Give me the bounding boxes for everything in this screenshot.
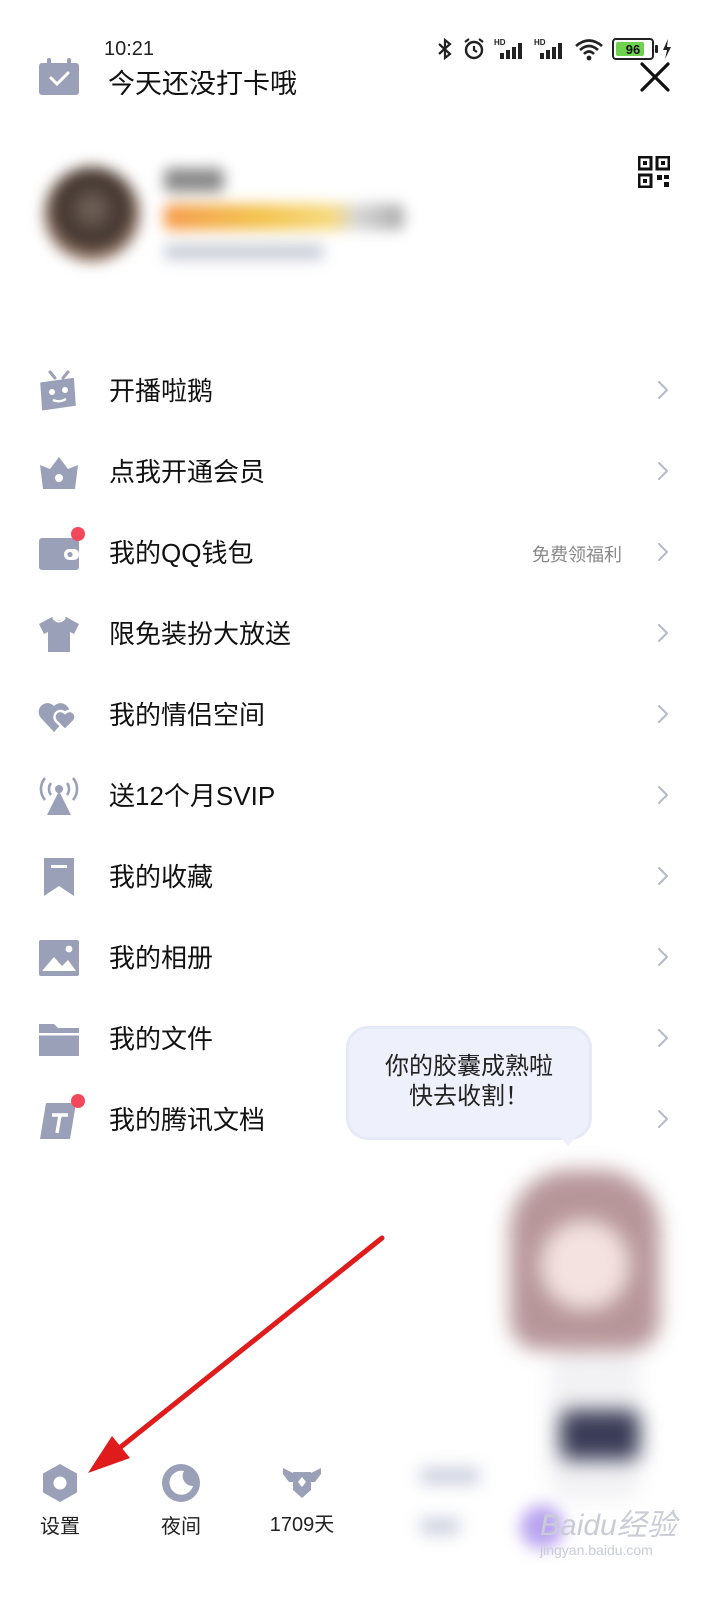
bookmark-icon (38, 856, 80, 898)
baidu-watermark-url: jingyan.baidu.com (540, 1542, 653, 1558)
speech-bubble-tail (556, 1132, 580, 1146)
menu-item-label: 点我开通会员 (109, 457, 266, 487)
menu-item[interactable]: 我的情侣空间 (0, 675, 720, 755)
speech-bubble-text[interactable]: 你的胶囊成熟啦 快去收割！ (346, 1052, 592, 1112)
menu-item-label: 我的收藏 (109, 862, 214, 892)
bubble-line-2: 快去收割！ (409, 1083, 529, 1110)
alarm-icon (464, 38, 484, 60)
notification-dot (71, 1094, 85, 1108)
menu-item-label: 我的相册 (109, 943, 214, 973)
night-mode-label: 夜间 (161, 1516, 201, 1538)
chevron-right-icon (656, 865, 670, 887)
chevron-right-icon (656, 379, 670, 401)
settings-label: 设置 (40, 1516, 80, 1538)
profile-card[interactable] (36, 160, 556, 270)
menu-item[interactable]: 我的收藏 (0, 837, 720, 917)
profile-nickname-blurred (164, 168, 224, 192)
qr-code-icon[interactable] (638, 156, 670, 188)
night-mode-button[interactable]: 夜间 (141, 1462, 221, 1539)
moon-icon (162, 1464, 200, 1502)
menu-item[interactable]: 我的QQ钱包 免费领福利 (0, 513, 720, 593)
tshirt-icon (38, 613, 80, 655)
photo-icon (38, 937, 80, 979)
baidu-watermark: Baidu经验 (540, 1509, 677, 1542)
menu-item-label: 我的情侣空间 (109, 700, 266, 730)
signal-hd-2-icon: HD (534, 38, 562, 59)
gear-icon (43, 1464, 77, 1502)
menu-item-label: 我的腾讯文档 (109, 1105, 266, 1135)
winged-badge-icon (283, 1468, 321, 1498)
bluetooth-icon (438, 37, 452, 61)
days-badge-button[interactable]: 1709天 (262, 1460, 342, 1537)
double-heart-icon (38, 694, 80, 736)
annotation-arrow (88, 1235, 385, 1473)
charging-icon (663, 39, 671, 59)
battery-level: 96 (625, 41, 641, 57)
chevron-right-icon (656, 784, 670, 806)
chevron-right-icon (656, 541, 670, 563)
profile-signature-blurred (164, 244, 324, 260)
menu-item[interactable]: 开播啦鹅 (0, 351, 720, 431)
menu-item[interactable]: 送12个月SVIP (0, 756, 720, 836)
menu-item[interactable]: 我的相册 (0, 918, 720, 998)
chevron-right-icon (656, 1108, 670, 1130)
chevron-right-icon (656, 622, 670, 644)
broadcast-tower-icon (38, 775, 80, 817)
folder-icon (38, 1018, 80, 1060)
signal-hd-1-icon: HD (494, 38, 522, 59)
status-time: 10:21 (104, 38, 155, 60)
profile-level-badges-blurred (164, 204, 404, 230)
chevron-right-icon (656, 1027, 670, 1049)
svg-text:HD: HD (494, 38, 506, 47)
battery-icon: 96 (612, 38, 658, 60)
avatar[interactable] (44, 166, 140, 262)
menu-item-promo-text: 免费领福利 (532, 545, 622, 565)
menu-item-label: 送12个月SVIP (109, 781, 276, 811)
wifi-icon (575, 39, 603, 61)
menu-item-label: 限免装扮大放送 (109, 619, 292, 649)
close-icon[interactable] (636, 58, 674, 96)
chevron-right-icon (656, 703, 670, 725)
crown-basket-icon (38, 451, 80, 493)
settings-button[interactable]: 设置 (20, 1462, 100, 1539)
checkin-status-text[interactable]: 今天还没打卡哦 (108, 62, 297, 101)
days-label: 1709天 (269, 1514, 335, 1536)
menu-item-label: 我的QQ钱包 (109, 538, 254, 568)
svg-text:HD: HD (534, 38, 546, 47)
menu-item[interactable]: 点我开通会员 (0, 432, 720, 512)
menu-item[interactable]: 限免装扮大放送 (0, 594, 720, 674)
chevron-right-icon (656, 946, 670, 968)
chevron-right-icon (656, 460, 670, 482)
menu-item-label: 开播啦鹅 (109, 376, 214, 406)
menu-item-label: 我的文件 (109, 1024, 214, 1054)
notification-dot (71, 527, 85, 541)
bubble-line-1: 你的胶囊成熟啦 (385, 1053, 553, 1080)
robot-tv-icon (38, 370, 80, 412)
calendar-checkin-icon[interactable] (38, 58, 80, 96)
